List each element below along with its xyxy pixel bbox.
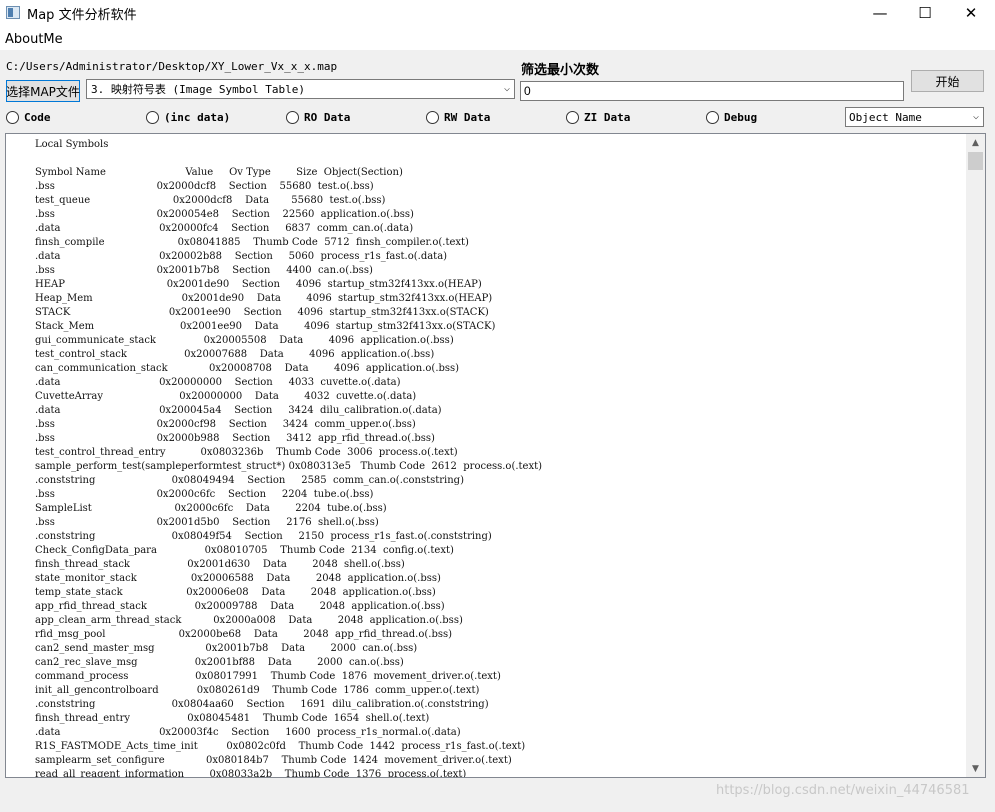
object-name-select[interactable]: Object Name ⌵ [845,107,984,127]
radio-inc-data-label: (inc data) [164,110,231,124]
symbol-row: .conststring 0x08049f54 Section 2150 pro… [35,531,492,542]
min-count-input[interactable] [520,81,904,101]
symbol-row: R1S_FASTMODE_Acts_time_init 0x0802c0fd T… [35,741,526,752]
menu-about-me[interactable]: AboutMe [5,32,63,47]
chevron-down-icon: ⌵ [972,111,979,122]
symbol-row: app_rfid_thread_stack 0x20009788 Data 20… [35,601,445,612]
radio-circle-icon [706,110,719,124]
symbol-row: finsh_compile 0x08041885 Thumb Code 5712… [35,237,469,248]
app-icon [6,6,20,19]
window-title: Map 文件分析软件 [27,8,137,23]
symbol-row: SampleList 0x2000c6fc Data 2204 tube.o(.… [35,503,387,514]
symbol-row: STACK 0x2001ee90 Section 4096 startup_st… [35,307,489,318]
symbol-row: init_all_gencontrolboard 0x080261d9 Thum… [35,685,480,696]
radio-circle-icon [146,110,159,124]
symbol-row: .data 0x20000000 Section 4033 cuvette.o(… [35,377,401,388]
radio-circle-icon [566,110,579,124]
radio-circle-icon [6,110,19,124]
symbol-row: samplearm_set_configure 0x080184b7 Thumb… [35,755,512,766]
radio-zi-data-label: ZI Data [584,110,631,124]
select-map-file-button[interactable]: 选择MAP文件 [6,80,80,102]
symbol-table-type-select[interactable]: 3. 映射符号表 (Image Symbol Table) ⌵ [86,79,515,99]
title-bar[interactable] [0,0,995,26]
maximize-button[interactable]: ☐ [902,0,948,26]
output-text-area[interactable]: Local Symbols Symbol Name Value Ov Type … [5,133,986,778]
symbol-table-type-value: 3. 映射符号表 (Image Symbol Table) [91,83,305,96]
symbol-row: .bss 0x2001d5b0 Section 2176 shell.o(.bs… [35,517,379,528]
symbol-row: test_control_stack 0x20007688 Data 4096 … [35,349,435,360]
output-lines: Local Symbols Symbol Name Value Ov Type … [35,138,543,778]
symbol-row: HEAP 0x2001de90 Section 4096 startup_stm… [35,279,482,290]
symbol-row: Check_ConfigData_para 0x08010705 Thumb C… [35,545,454,556]
symbol-row: .bss 0x200054e8 Section 22560 applicatio… [35,209,414,220]
radio-debug-label: Debug [724,110,758,124]
radio-zi-data[interactable]: ZI Data [566,109,630,125]
radio-debug[interactable]: Debug [706,109,757,125]
symbol-row: .bss 0x2001b7b8 Section 4400 can.o(.bss) [35,265,373,276]
symbol-row: test_queue 0x2000dcf8 Data 55680 test.o(… [35,195,386,206]
symbol-row: app_clean_arm_thread_stack 0x2000a008 Da… [35,615,463,626]
watermark: https://blog.csdn.net/weixin_44746581 [716,783,970,798]
symbol-row: .data 0x20002b88 Section 5060 process_r1… [35,251,448,262]
radio-circle-icon [286,110,299,124]
object-name-select-value: Object Name [849,110,922,124]
radio-rw-data-label: RW Data [444,110,491,124]
radio-circle-icon [426,110,439,124]
symbol-row: Heap_Mem 0x2001de90 Data 4096 startup_st… [35,293,493,304]
symbol-row: .bss 0x2000b988 Section 3412 app_rfid_th… [35,433,435,444]
radio-ro-data-label: RO Data [304,110,351,124]
symbol-row: .bss 0x2000dcf8 Section 55680 test.o(.bs… [35,181,374,192]
symbol-row: state_monitor_stack 0x20006588 Data 2048… [35,573,441,584]
symbol-row: can_communication_stack 0x20008708 Data … [35,363,460,374]
symbol-row: .bss 0x2000cf98 Section 3424 comm_upper.… [35,419,416,430]
chevron-down-icon: ⌵ [503,83,510,94]
symbol-row: command_process 0x08017991 Thumb Code 18… [35,671,501,682]
symbol-row: CuvetteArray 0x20000000 Data 4032 cuvett… [35,391,417,402]
minimize-button[interactable]: — [857,0,903,26]
symbol-row: test_control_thread_entry 0x0803236b Thu… [35,447,458,458]
symbol-row: can2_rec_slave_msg 0x2001bf88 Data 2000 … [35,657,404,668]
radio-code-label: Code [24,110,51,124]
symbol-row: Stack_Mem 0x2001ee90 Data 4096 startup_s… [35,321,496,332]
radio-rw-data[interactable]: RW Data [426,109,490,125]
file-path-label: C:/Users/Administrator/Desktop/XY_Lower_… [6,60,338,73]
radio-inc-data[interactable]: (inc data) [146,109,230,125]
symbol-row: finsh_thread_entry 0x08045481 Thumb Code… [35,713,430,724]
scroll-up-arrow-icon[interactable]: ▲ [966,134,985,151]
symbol-row: .data 0x20003f4c Section 1600 process_r1… [35,727,461,738]
symbol-row: .data 0x20000fc4 Section 6837 comm_can.o… [35,223,414,234]
symbol-row: can2_send_master_msg 0x2001b7b8 Data 200… [35,643,418,654]
symbol-row: .bss 0x2000c6fc Section 2204 tube.o(.bss… [35,489,374,500]
radio-code[interactable]: Code [6,109,51,125]
symbol-rows: .bss 0x2000dcf8 Section 55680 test.o(.bs… [35,180,543,778]
symbol-row: read_all_reagent_information 0x08033a2b … [35,769,467,778]
symbol-row: temp_state_stack 0x20006e08 Data 2048 ap… [35,587,436,598]
close-button[interactable]: ✕ [948,0,994,26]
menu-bar [0,26,995,50]
filter-min-count-label: 筛选最小次数 [521,63,600,78]
symbol-row: .conststring 0x0804aa60 Section 1691 dil… [35,699,489,710]
start-button[interactable]: 开始 [911,70,984,92]
symbol-row: .conststring 0x08049494 Section 2585 com… [35,475,464,486]
column-header: Symbol Name Value Ov Type Size Object(Se… [35,167,403,178]
symbol-row: sample_perform_test(sampleperformtest_st… [35,461,543,472]
radio-ro-data[interactable]: RO Data [286,109,350,125]
symbol-row: rfid_msg_pool 0x2000be68 Data 2048 app_r… [35,629,453,640]
symbol-row: finsh_thread_stack 0x2001d630 Data 2048 … [35,559,405,570]
scroll-down-arrow-icon[interactable]: ▼ [966,760,985,777]
scrollbar-thumb[interactable] [968,152,983,170]
symbol-row: gui_communicate_stack 0x20005508 Data 40… [35,335,454,346]
vertical-scrollbar[interactable] [966,134,985,777]
symbol-row: .data 0x200045a4 Section 3424 dilu_calib… [35,405,442,416]
section-title: Local Symbols [35,139,109,150]
